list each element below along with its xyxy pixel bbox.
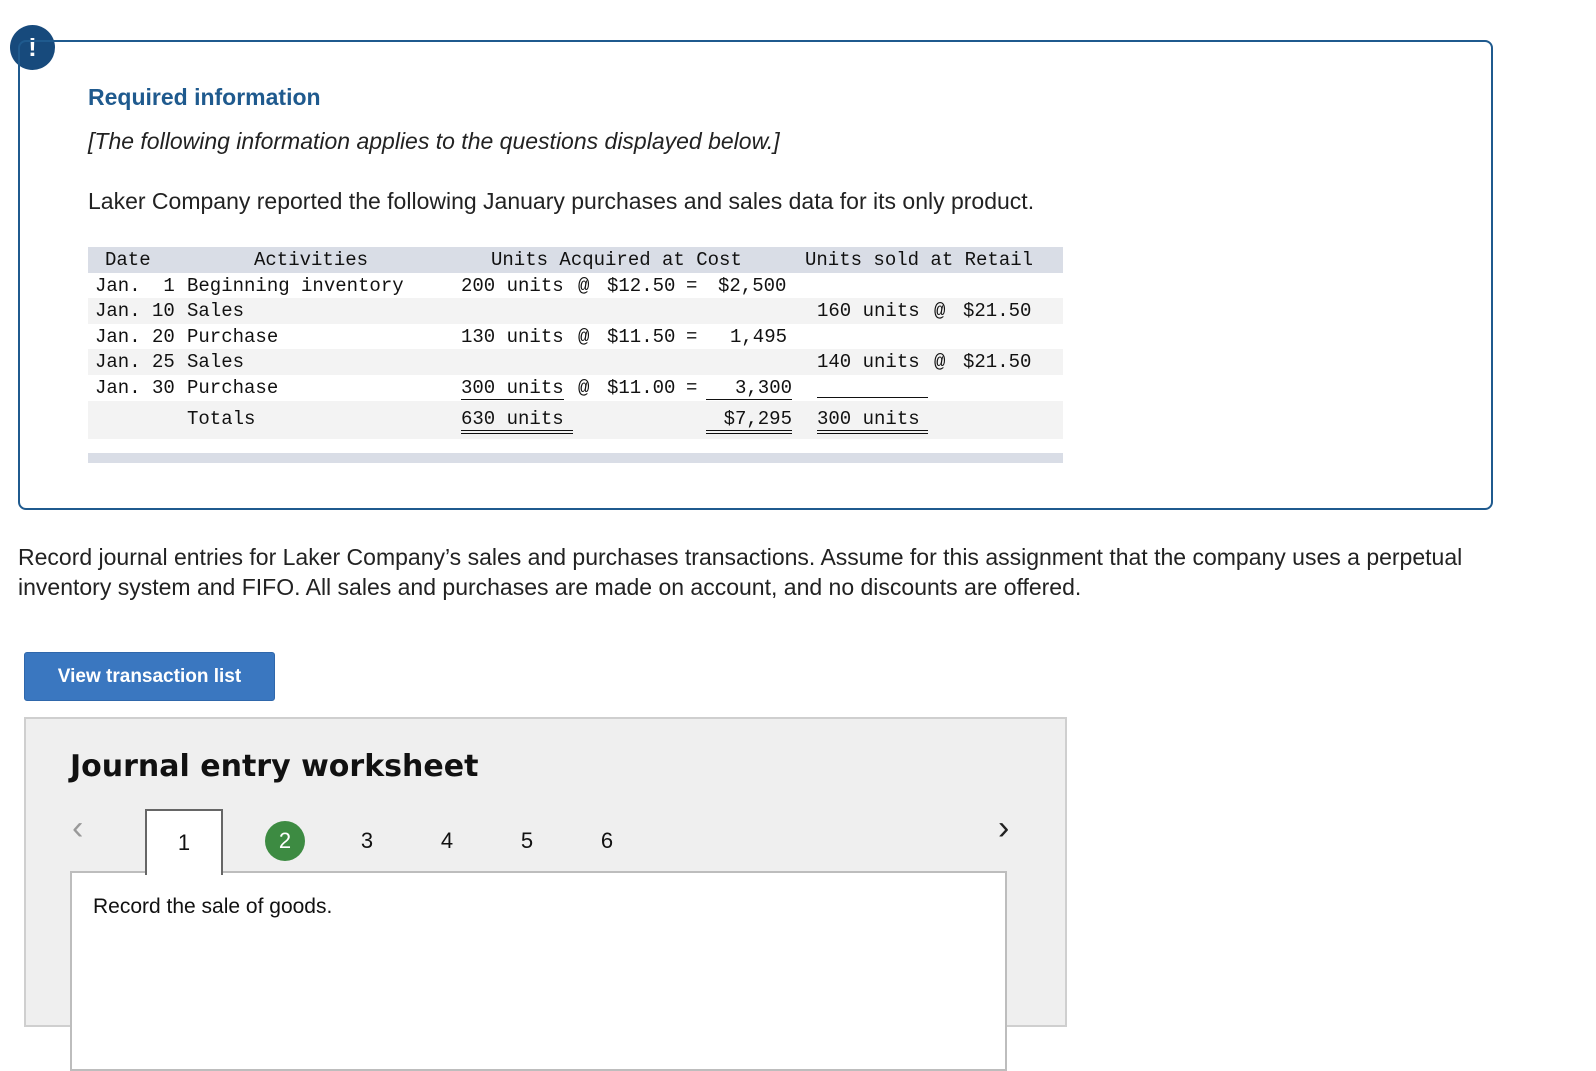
- row-acquired-units: 300 units: [461, 376, 564, 400]
- chevron-left-icon[interactable]: ‹: [72, 809, 83, 848]
- entry-panel: Record the sale of goods.: [70, 871, 1007, 1071]
- required-information-title: Required information: [88, 84, 321, 110]
- row-acquired-units: 130 units: [461, 325, 564, 348]
- table-row: Jan. 20 Purchase 130 units @ $11.50 = 1,…: [88, 324, 1063, 350]
- page-tab-2[interactable]: 2: [246, 809, 324, 873]
- row-acquired-at: @: [578, 325, 590, 348]
- page-tab-6[interactable]: 6: [568, 809, 646, 873]
- header-date: Date: [105, 249, 151, 271]
- row-date: Jan. 10: [95, 300, 175, 323]
- row-sold-price: $21.50: [963, 351, 1032, 374]
- page-tab-1[interactable]: 1: [145, 809, 223, 875]
- entry-prompt: Record the sale of goods.: [93, 895, 333, 918]
- page-tab-3[interactable]: 3: [328, 809, 406, 873]
- required-information-panel: Required information [The following info…: [18, 40, 1493, 510]
- row-acquired-at: @: [578, 274, 590, 297]
- row-activity: Sales: [187, 300, 245, 323]
- page-tab-label: 1: [177, 830, 191, 855]
- page-tab-label: 5: [520, 828, 534, 853]
- chevron-right-icon[interactable]: ›: [998, 809, 1009, 848]
- row-sold-price: $21.50: [963, 300, 1032, 323]
- table-row: Jan. 10 Sales 160 units @ $21.50: [88, 298, 1063, 324]
- row-activity: Beginning inventory: [187, 274, 404, 297]
- table-row: Jan. 25 Sales 140 units @ $21.50: [88, 349, 1063, 375]
- row-acquired-eq: =: [686, 274, 698, 297]
- page-tab-label: 3: [360, 828, 374, 853]
- row-acquired-units: 200 units: [461, 274, 564, 297]
- completed-page-indicator: 2: [265, 821, 305, 861]
- intro-text: Laker Company reported the following Jan…: [88, 188, 1035, 214]
- row-acquired-cost: $11.00: [607, 376, 676, 399]
- row-acquired-cost: $12.50: [607, 274, 676, 297]
- instructions-text: Record journal entries for Laker Company…: [18, 544, 1463, 600]
- header-units-acquired: Units Acquired at Cost: [491, 249, 742, 271]
- row-activity: Purchase: [187, 325, 279, 348]
- table-row: Jan. 1 Beginning inventory 200 units @ $…: [88, 273, 1063, 299]
- totals-label: Totals: [187, 407, 256, 430]
- totals-acquired-cost: $7,295: [706, 408, 792, 434]
- row-sold-at: @: [934, 300, 946, 323]
- row-sold-units: 160 units: [817, 300, 920, 323]
- row-activity: Sales: [187, 351, 245, 374]
- totals-sold-units: 300 units: [817, 408, 928, 434]
- header-activities: Activities: [254, 249, 369, 271]
- purchases-sales-table: Date Activities Units Acquired at Cost U…: [88, 247, 1063, 463]
- totals-acquired-units: 630 units: [461, 408, 573, 434]
- row-acquired-total: $2,500: [718, 274, 787, 297]
- row-sold-units: 140 units: [817, 351, 920, 374]
- table-row: Jan. 30 Purchase 300 units @ $11.00 = 3,…: [88, 375, 1063, 401]
- row-acquired-cost: $11.50: [607, 325, 676, 348]
- page-tab-5[interactable]: 5: [488, 809, 566, 873]
- row-date: Jan. 1: [95, 274, 175, 297]
- row-date: Jan. 30: [95, 376, 175, 399]
- row-acquired-total: 1,495: [730, 325, 788, 348]
- header-units-sold: Units sold at Retail: [805, 249, 1034, 271]
- row-sold-at: @: [934, 351, 946, 374]
- page-tab-4[interactable]: 4: [408, 809, 486, 873]
- page-tab-label: 6: [600, 828, 614, 853]
- applies-note: [The following information applies to th…: [88, 128, 780, 154]
- page-tab-label: 4: [440, 828, 454, 853]
- worksheet-title: Journal entry worksheet: [70, 749, 479, 784]
- row-acquired-total: 3,300: [706, 377, 792, 400]
- row-acquired-eq: =: [686, 325, 698, 348]
- row-date: Jan. 20: [95, 325, 175, 348]
- row-acquired-eq: =: [686, 376, 698, 399]
- row-acquired-at: @: [578, 376, 590, 399]
- table-totals-row: Totals 630 units $7,295 300 units: [88, 400, 1063, 439]
- table-footer-strip: [88, 453, 1063, 463]
- view-transaction-list-button[interactable]: View transaction list: [24, 652, 275, 701]
- row-date: Jan. 25: [95, 351, 175, 374]
- journal-entry-worksheet: Journal entry worksheet ‹ 1 2 3 4 5 6 › …: [24, 717, 1067, 1071]
- table-header-row: Date Activities Units Acquired at Cost U…: [88, 247, 1063, 273]
- sold-subtotal-rule: [817, 377, 928, 398]
- row-activity: Purchase: [187, 376, 279, 399]
